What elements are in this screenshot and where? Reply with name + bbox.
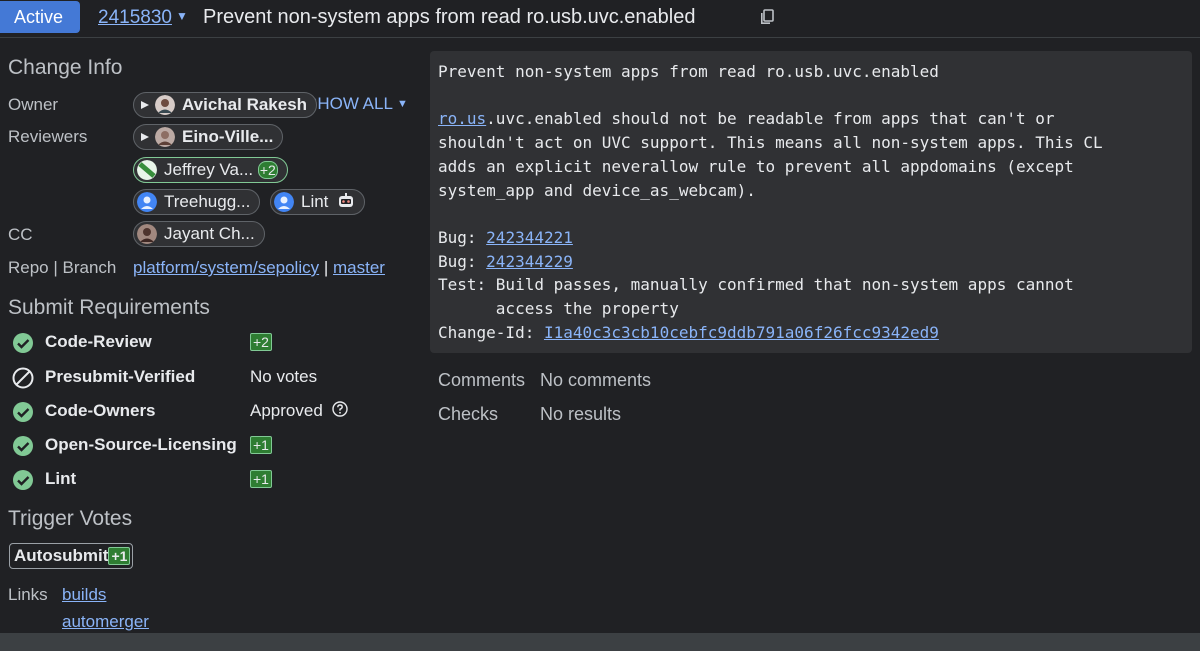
change-info-panel: Change Info SHOW ALL ▼ Owner Avichal Rak… xyxy=(0,38,425,633)
change-info-heading: Change Info xyxy=(8,56,123,79)
commit-body-link[interactable]: ro.us xyxy=(438,109,486,128)
commit-message: Prevent non-system apps from read ro.usb… xyxy=(430,51,1192,353)
reviewer-chip[interactable]: Lint xyxy=(270,189,366,215)
check-circle-icon xyxy=(13,402,33,422)
attention-icon xyxy=(141,133,149,141)
reviewer-name[interactable]: Jeffrey Va... xyxy=(164,160,253,179)
branch-link[interactable]: master xyxy=(333,258,385,277)
change-id-label: Change-Id: xyxy=(438,322,544,342)
bug-label: Bug: xyxy=(438,227,487,247)
vote-badge: +1 xyxy=(108,547,131,565)
attention-icon xyxy=(141,101,149,109)
bug-link[interactable]: 242344229 xyxy=(486,252,573,271)
vote-badge: +1 xyxy=(250,470,272,488)
check-circle-icon xyxy=(13,333,33,353)
checks-value: No results xyxy=(540,404,622,424)
change-number[interactable]: 2415830 xyxy=(98,7,172,28)
cc-chip[interactable]: Jayant Ch... xyxy=(133,221,265,247)
cc-label: CC xyxy=(8,225,33,244)
requirement-status: +1 xyxy=(250,435,272,455)
chevron-down-icon[interactable]: ▼ xyxy=(397,98,408,110)
avatar xyxy=(274,192,294,212)
repo-branch-label: Repo | Branch xyxy=(8,258,117,277)
change-header: Active 2415830 ▼ Prevent non-system apps … xyxy=(0,0,1200,38)
commit-body: .uvc.enabled should not be readable from… xyxy=(438,109,1103,200)
show-all-button[interactable]: SHOW ALL ▼ xyxy=(306,94,408,114)
change-id-link[interactable]: I1a40c3c3cb10cebfc9ddb791a06f26fcc9342ed… xyxy=(544,323,939,342)
reviewer-chip[interactable]: Treehugg... xyxy=(133,189,261,215)
reviewer-vote-badge: +2 xyxy=(257,161,278,179)
page-title: Prevent non-system apps from read ro.usb… xyxy=(203,6,696,28)
show-all-label[interactable]: SHOW ALL xyxy=(306,94,392,113)
owner-chip[interactable]: Avichal Rakesh xyxy=(133,92,318,118)
repo-link[interactable]: platform/system/sepolicy xyxy=(133,258,319,277)
check-circle-icon xyxy=(13,470,33,490)
submit-requirements-heading: Submit Requirements xyxy=(8,296,210,319)
requirement-status: +2 xyxy=(250,332,272,352)
requirement-name: Code-Owners xyxy=(45,401,156,420)
not-applicable-icon xyxy=(12,367,34,389)
requirement-status: Approved xyxy=(250,401,348,421)
requirement-status-text: Approved xyxy=(250,401,323,420)
reviewer-chip[interactable]: Eino-Ville... xyxy=(133,124,284,150)
reviewer-name[interactable]: Eino-Ville... xyxy=(182,127,273,146)
requirement-name: Code-Review xyxy=(45,332,152,351)
links-label: Links xyxy=(8,585,48,604)
reviewer-name[interactable]: Lint xyxy=(301,192,328,211)
link-automerger[interactable]: automerger xyxy=(62,612,149,632)
requirement-status: +1 xyxy=(250,469,272,489)
test-line: Test: Build passes, manually confirmed t… xyxy=(438,275,1074,319)
repo-branch-value: platform/system/sepolicy | master xyxy=(133,258,385,278)
autosubmit-chip[interactable]: Autosubmit +1 xyxy=(9,543,134,569)
check-circle-icon xyxy=(13,436,33,456)
autosubmit-label[interactable]: Autosubmit xyxy=(14,546,108,565)
vote-badge: +2 xyxy=(250,333,272,351)
requirement-name: Open-Source-Licensing xyxy=(45,435,237,454)
owner-name[interactable]: Avichal Rakesh xyxy=(182,95,307,114)
copy-icon[interactable] xyxy=(760,9,774,25)
commit-subject: Prevent non-system apps from read ro.usb… xyxy=(438,62,939,81)
footer-bar xyxy=(0,633,1200,651)
avatar xyxy=(137,224,157,244)
avatar xyxy=(155,127,175,147)
comments-value: No comments xyxy=(540,370,652,390)
chevron-down-icon[interactable]: ▼ xyxy=(176,9,188,23)
avatar xyxy=(137,160,157,180)
status-badge: Active xyxy=(0,1,80,33)
cc-name[interactable]: Jayant Ch... xyxy=(164,224,255,243)
requirement-status: No votes xyxy=(250,367,318,386)
requirement-name: Presubmit-Verified xyxy=(45,367,196,386)
reviewer-name[interactable]: Treehugg... xyxy=(164,192,250,211)
trigger-votes-heading: Trigger Votes xyxy=(8,507,133,530)
help-icon[interactable] xyxy=(331,401,348,417)
bug-label: Bug: xyxy=(438,251,487,271)
link-builds[interactable]: builds xyxy=(62,585,106,605)
reviewers-label: Reviewers xyxy=(8,127,88,146)
checks-label: Checks xyxy=(438,404,499,424)
reviewer-chip[interactable]: Jeffrey Va... +2 xyxy=(133,157,288,183)
change-number-dropdown[interactable]: 2415830 ▼ xyxy=(98,7,188,29)
bug-link[interactable]: 242344221 xyxy=(486,228,573,247)
requirement-name: Lint xyxy=(45,469,77,488)
repo-branch-separator: | xyxy=(323,258,329,277)
robot-icon xyxy=(339,193,354,207)
avatar xyxy=(155,95,175,115)
comments-label: Comments xyxy=(438,370,526,390)
avatar xyxy=(137,192,157,212)
vote-badge: +1 xyxy=(250,436,272,454)
owner-label: Owner xyxy=(8,95,59,114)
